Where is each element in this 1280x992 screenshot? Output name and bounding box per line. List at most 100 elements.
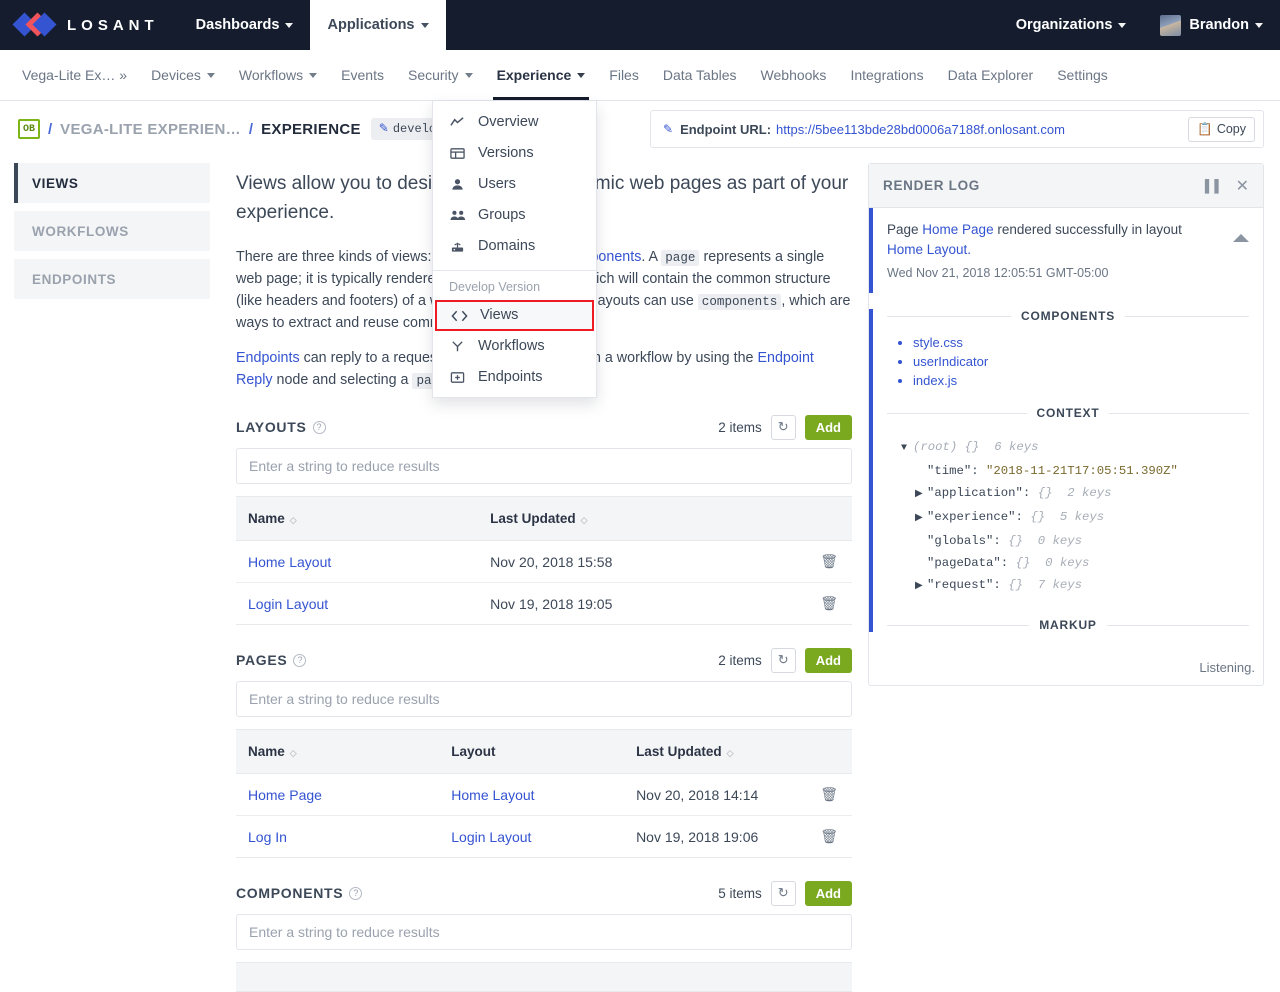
refresh-button[interactable]: ↻ — [770, 880, 796, 906]
subnav-item-files[interactable]: Files — [597, 50, 651, 100]
list-item[interactable]: style.css — [913, 333, 1249, 352]
dropdown-item-groups[interactable]: Groups — [433, 200, 596, 231]
help-icon[interactable]: ? — [293, 653, 307, 667]
render-log-layout-link[interactable]: Home Layout. — [887, 242, 971, 257]
triangle-right-icon[interactable]: ▶ — [915, 576, 927, 598]
col-last-updated-label: Last Updated — [490, 511, 576, 526]
context-value: {} 7 keys — [1008, 578, 1082, 592]
subnav-item-application[interactable]: Vega-Lite Ex… » — [10, 50, 139, 100]
delete-icon[interactable]: 🗑 — [820, 553, 838, 569]
losant-logo[interactable]: LOSANT — [0, 0, 179, 50]
top-nav-items: Dashboards Applications — [179, 0, 446, 50]
render-log-panel: RENDER LOG ▐▐ ✕ Page Home Page rendered … — [868, 163, 1264, 686]
page-name-link[interactable]: Home Page — [248, 787, 322, 803]
layout-name-link[interactable]: Login Layout — [248, 596, 328, 612]
subnav-item-events[interactable]: Events — [329, 50, 396, 100]
subnav-label: Integrations — [850, 67, 924, 83]
help-icon[interactable]: ? — [312, 420, 326, 434]
pencil-icon[interactable]: ✎ — [663, 122, 673, 136]
subnav-item-integrations[interactable]: Integrations — [838, 50, 935, 100]
render-log-page-link[interactable]: Home Page — [922, 222, 993, 237]
triangle-down-icon[interactable]: ▼ — [901, 438, 913, 460]
dropdown-item-versions[interactable]: Versions — [433, 138, 596, 169]
losant-logo-mark — [12, 12, 57, 38]
help-icon[interactable]: ? — [349, 886, 363, 900]
list-item[interactable]: index.js — [913, 371, 1249, 390]
collapse-icon[interactable] — [1233, 234, 1249, 242]
context-row-request[interactable]: ▶ "request": {} 7 keys — [901, 574, 1249, 598]
msg-t1: Page — [887, 222, 923, 237]
subnav-item-settings[interactable]: Settings — [1045, 50, 1120, 100]
refresh-icon: ↻ — [777, 652, 789, 667]
endpoint-url-link[interactable]: https://5bee113bde28bd0006a7188f.onlosan… — [776, 122, 1065, 137]
dropdown-item-endpoints[interactable]: Endpoints — [433, 362, 596, 393]
subnav-item-devices[interactable]: Devices — [139, 50, 227, 100]
context-value: {} 0 keys — [1015, 556, 1090, 570]
sidebar-item-views[interactable]: VIEWS — [14, 163, 210, 203]
nav-applications[interactable]: Applications — [310, 0, 446, 50]
col-last-updated[interactable]: Last Updated ◇ — [624, 729, 809, 774]
render-log-context-tree: ▼ (root) {} 6 keys "time": "2018-11-21T17… — [887, 430, 1249, 602]
nav-organizations[interactable]: Organizations — [999, 0, 1144, 50]
context-row-experience[interactable]: ▶ "experience": {} 5 keys — [901, 506, 1249, 530]
col-name[interactable]: Name ◇ — [236, 496, 479, 541]
dropdown-item-label: Overview — [478, 114, 539, 130]
link-endpoints[interactable]: Endpoints — [236, 350, 300, 366]
domain-server-icon — [449, 238, 466, 255]
refresh-button[interactable]: ↻ — [770, 647, 796, 673]
layout-name-link[interactable]: Home Layout — [248, 554, 331, 570]
render-log-entry: Page Home Page rendered successfully in … — [869, 208, 1263, 293]
endpoint-url-bar: ✎ Endpoint URL: https://5bee113bde28bd00… — [650, 110, 1264, 148]
dropdown-item-views[interactable]: Views — [435, 300, 594, 331]
triangle-right-icon[interactable]: ▶ — [915, 508, 927, 530]
add-layout-button[interactable]: Add — [804, 414, 852, 440]
subnav-item-experience[interactable]: Experience — [485, 50, 598, 100]
nav-user-menu[interactable]: Brandon — [1143, 0, 1280, 50]
layout-updated: Nov 19, 2018 19:05 — [478, 582, 809, 625]
col-name[interactable]: Name ◇ — [236, 729, 440, 774]
pause-icon[interactable]: ▐▐ — [1201, 179, 1220, 193]
subnav-item-webhooks[interactable]: Webhooks — [749, 50, 839, 100]
layouts-filter-input[interactable] — [236, 448, 852, 484]
context-value: {} 5 keys — [1030, 510, 1105, 524]
subnav-label: Events — [341, 67, 384, 83]
context-row-pagedata: "pageData": {} 0 keys — [901, 552, 1249, 574]
workflow-branch-icon — [449, 338, 466, 355]
list-item[interactable]: userIndicator — [913, 352, 1249, 371]
context-key: (root) — [913, 440, 958, 454]
table-row: Log In Login Layout Nov 19, 2018 19:06 🗑 — [236, 815, 852, 858]
dropdown-item-workflows[interactable]: Workflows — [433, 331, 596, 362]
render-log-components-label: COMPONENTS — [887, 309, 1249, 323]
subnav-item-workflows[interactable]: Workflows — [227, 50, 329, 100]
sidebar-item-endpoints[interactable]: ENDPOINTS — [14, 259, 210, 299]
delete-icon[interactable]: 🗑 — [820, 786, 838, 802]
render-log-entry-top: Page Home Page rendered successfully in … — [887, 220, 1249, 283]
nav-dashboards[interactable]: Dashboards — [179, 0, 311, 50]
page-layout-link[interactable]: Home Layout — [451, 787, 534, 803]
close-icon[interactable]: ✕ — [1236, 176, 1249, 196]
subnav-item-data-tables[interactable]: Data Tables — [651, 50, 749, 100]
sidebar-item-workflows[interactable]: WORKFLOWS — [14, 211, 210, 251]
add-page-button[interactable]: Add — [804, 647, 852, 673]
context-row-root[interactable]: ▼ (root) {} 6 keys — [901, 436, 1249, 460]
page-name-link[interactable]: Log In — [248, 829, 287, 845]
breadcrumb-application-link[interactable]: VEGA-LITE EXPERIEN… — [60, 121, 241, 138]
pages-filter-input[interactable] — [236, 681, 852, 717]
dropdown-item-domains[interactable]: Domains — [433, 231, 596, 262]
add-component-button[interactable]: Add — [804, 880, 852, 906]
delete-icon[interactable]: 🗑 — [820, 828, 838, 844]
col-last-updated[interactable]: Last Updated ◇ — [478, 496, 809, 541]
pages-item-count: 2 items — [718, 652, 762, 668]
refresh-button[interactable]: ↻ — [770, 414, 796, 440]
dropdown-item-overview[interactable]: Overview — [433, 107, 596, 138]
copy-button[interactable]: 📋 Copy — [1188, 116, 1255, 142]
subnav-item-data-explorer[interactable]: Data Explorer — [936, 50, 1046, 100]
page-layout-link[interactable]: Login Layout — [451, 829, 531, 845]
context-row-application[interactable]: ▶ "application": {} 2 keys — [901, 482, 1249, 506]
page-updated: Nov 20, 2018 14:14 — [624, 773, 809, 816]
dropdown-item-users[interactable]: Users — [433, 169, 596, 200]
triangle-right-icon[interactable]: ▶ — [915, 484, 927, 506]
subnav-item-security[interactable]: Security — [396, 50, 485, 100]
delete-icon[interactable]: 🗑 — [820, 595, 838, 611]
components-filter-input[interactable] — [236, 914, 852, 950]
